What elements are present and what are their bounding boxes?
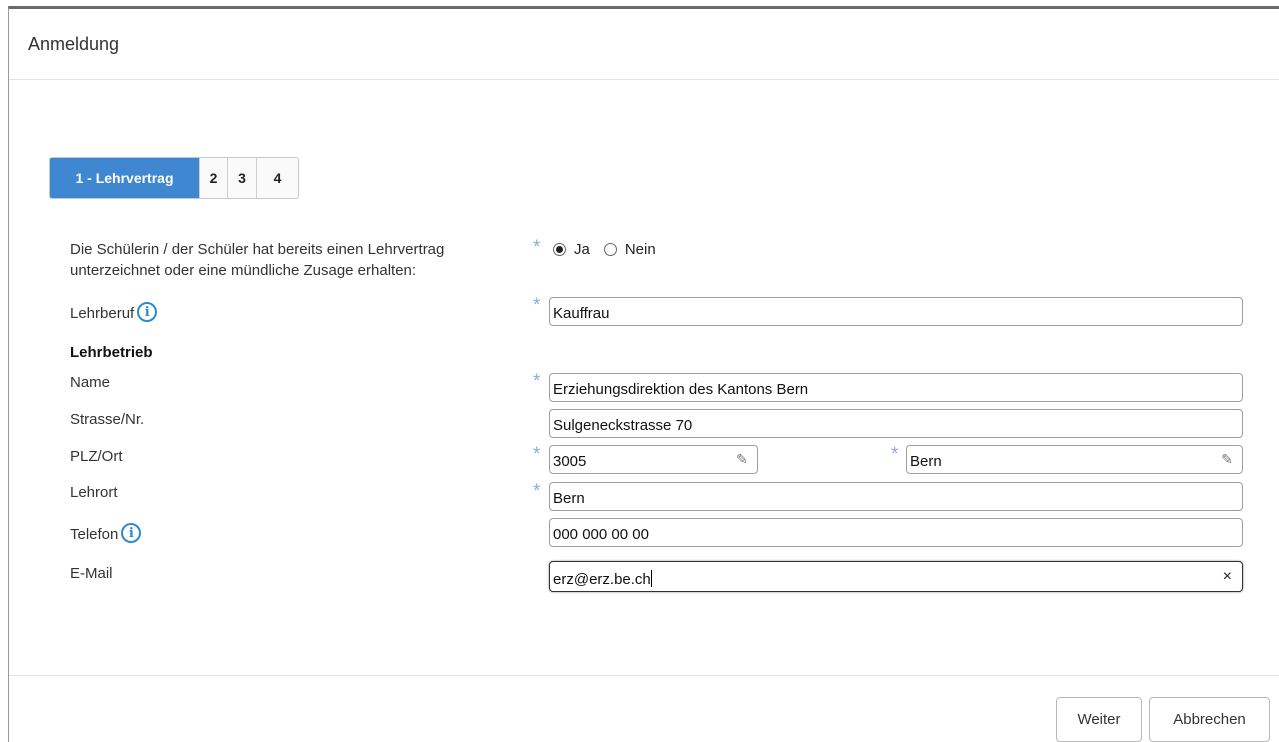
footer-divider (9, 675, 1279, 676)
clear-icon[interactable]: × (1223, 568, 1232, 586)
step-1-tab[interactable]: 1 - Lehrvertrag (50, 158, 199, 198)
strasse-label: Strasse/Nr. (70, 411, 145, 428)
required-marker: * (533, 371, 541, 392)
lehrberuf-label: Lehrberuf (70, 304, 135, 322)
plz-value: 3005 (553, 453, 587, 470)
pencil-icon[interactable]: ✎ (733, 451, 751, 469)
next-button[interactable]: Weiter (1056, 697, 1142, 742)
lehrort-input[interactable]: Bern (549, 482, 1243, 511)
contract-question-line1: Die Schülerin / der Schüler hat bereits … (70, 241, 445, 258)
name-label: Name (70, 374, 111, 391)
contract-radio-group: Ja Nein (553, 241, 670, 258)
info-icon[interactable]: i (121, 523, 142, 543)
dialog-title: Anmeldung (28, 34, 120, 54)
strasse-input[interactable]: Sulgeneckstrasse 70 (549, 409, 1243, 438)
email-input[interactable]: erz@erz.be.ch × (549, 561, 1243, 592)
telefon-label: Telefon (70, 525, 119, 543)
lehrort-label: Lehrort (70, 484, 118, 501)
radio-selected-dot (556, 246, 563, 253)
lehrberuf-label-row: Lehrberuf i (70, 302, 158, 324)
info-icon[interactable]: i (137, 302, 158, 322)
cancel-button[interactable]: Abbrechen (1149, 697, 1270, 742)
name-value: Erziehungsdirektion des Kantons Bern (553, 381, 809, 398)
radio-ja-label[interactable]: Ja (574, 241, 590, 258)
lehrberuf-value: Kauffrau (553, 305, 610, 322)
plz-input[interactable]: 3005 ✎ (549, 445, 758, 474)
email-value: erz@erz.be.ch (553, 566, 1223, 588)
required-marker: * (533, 444, 541, 465)
lehrberuf-input[interactable]: Kauffrau (549, 297, 1243, 326)
step-tabs: 1 - Lehrvertrag 2 3 4 (49, 157, 299, 199)
name-input[interactable]: Erziehungsdirektion des Kantons Bern (549, 373, 1243, 402)
header-divider (9, 79, 1279, 80)
email-label: E-Mail (70, 565, 113, 582)
contract-question-line2: unterzeichnet oder eine mündliche Zusage… (70, 262, 417, 279)
step-4-tab[interactable]: 4 (256, 158, 298, 198)
telefon-input[interactable]: 000 000 00 00 (549, 518, 1243, 547)
required-marker: * (533, 237, 541, 258)
required-marker: * (533, 481, 541, 502)
plzort-label: PLZ/Ort (70, 448, 123, 465)
pencil-icon[interactable]: ✎ (1218, 451, 1236, 469)
lehrbetrieb-heading: Lehrbetrieb (70, 344, 153, 361)
ort-value: Bern (910, 453, 942, 470)
required-marker: * (533, 295, 541, 316)
radio-ja[interactable] (553, 243, 566, 256)
radio-nein[interactable] (603, 243, 617, 256)
strasse-value: Sulgeneckstrasse 70 (553, 417, 693, 434)
required-marker: * (891, 444, 899, 465)
step-2-tab[interactable]: 2 (199, 158, 227, 198)
telefon-label-row: Telefon i (70, 523, 142, 545)
telefon-value: 000 000 00 00 (553, 526, 649, 543)
lehrort-value: Bern (553, 490, 585, 507)
radio-nein-label[interactable]: Nein (625, 241, 656, 258)
step-3-tab[interactable]: 3 (227, 158, 256, 198)
ort-input[interactable]: Bern ✎ (906, 445, 1243, 474)
